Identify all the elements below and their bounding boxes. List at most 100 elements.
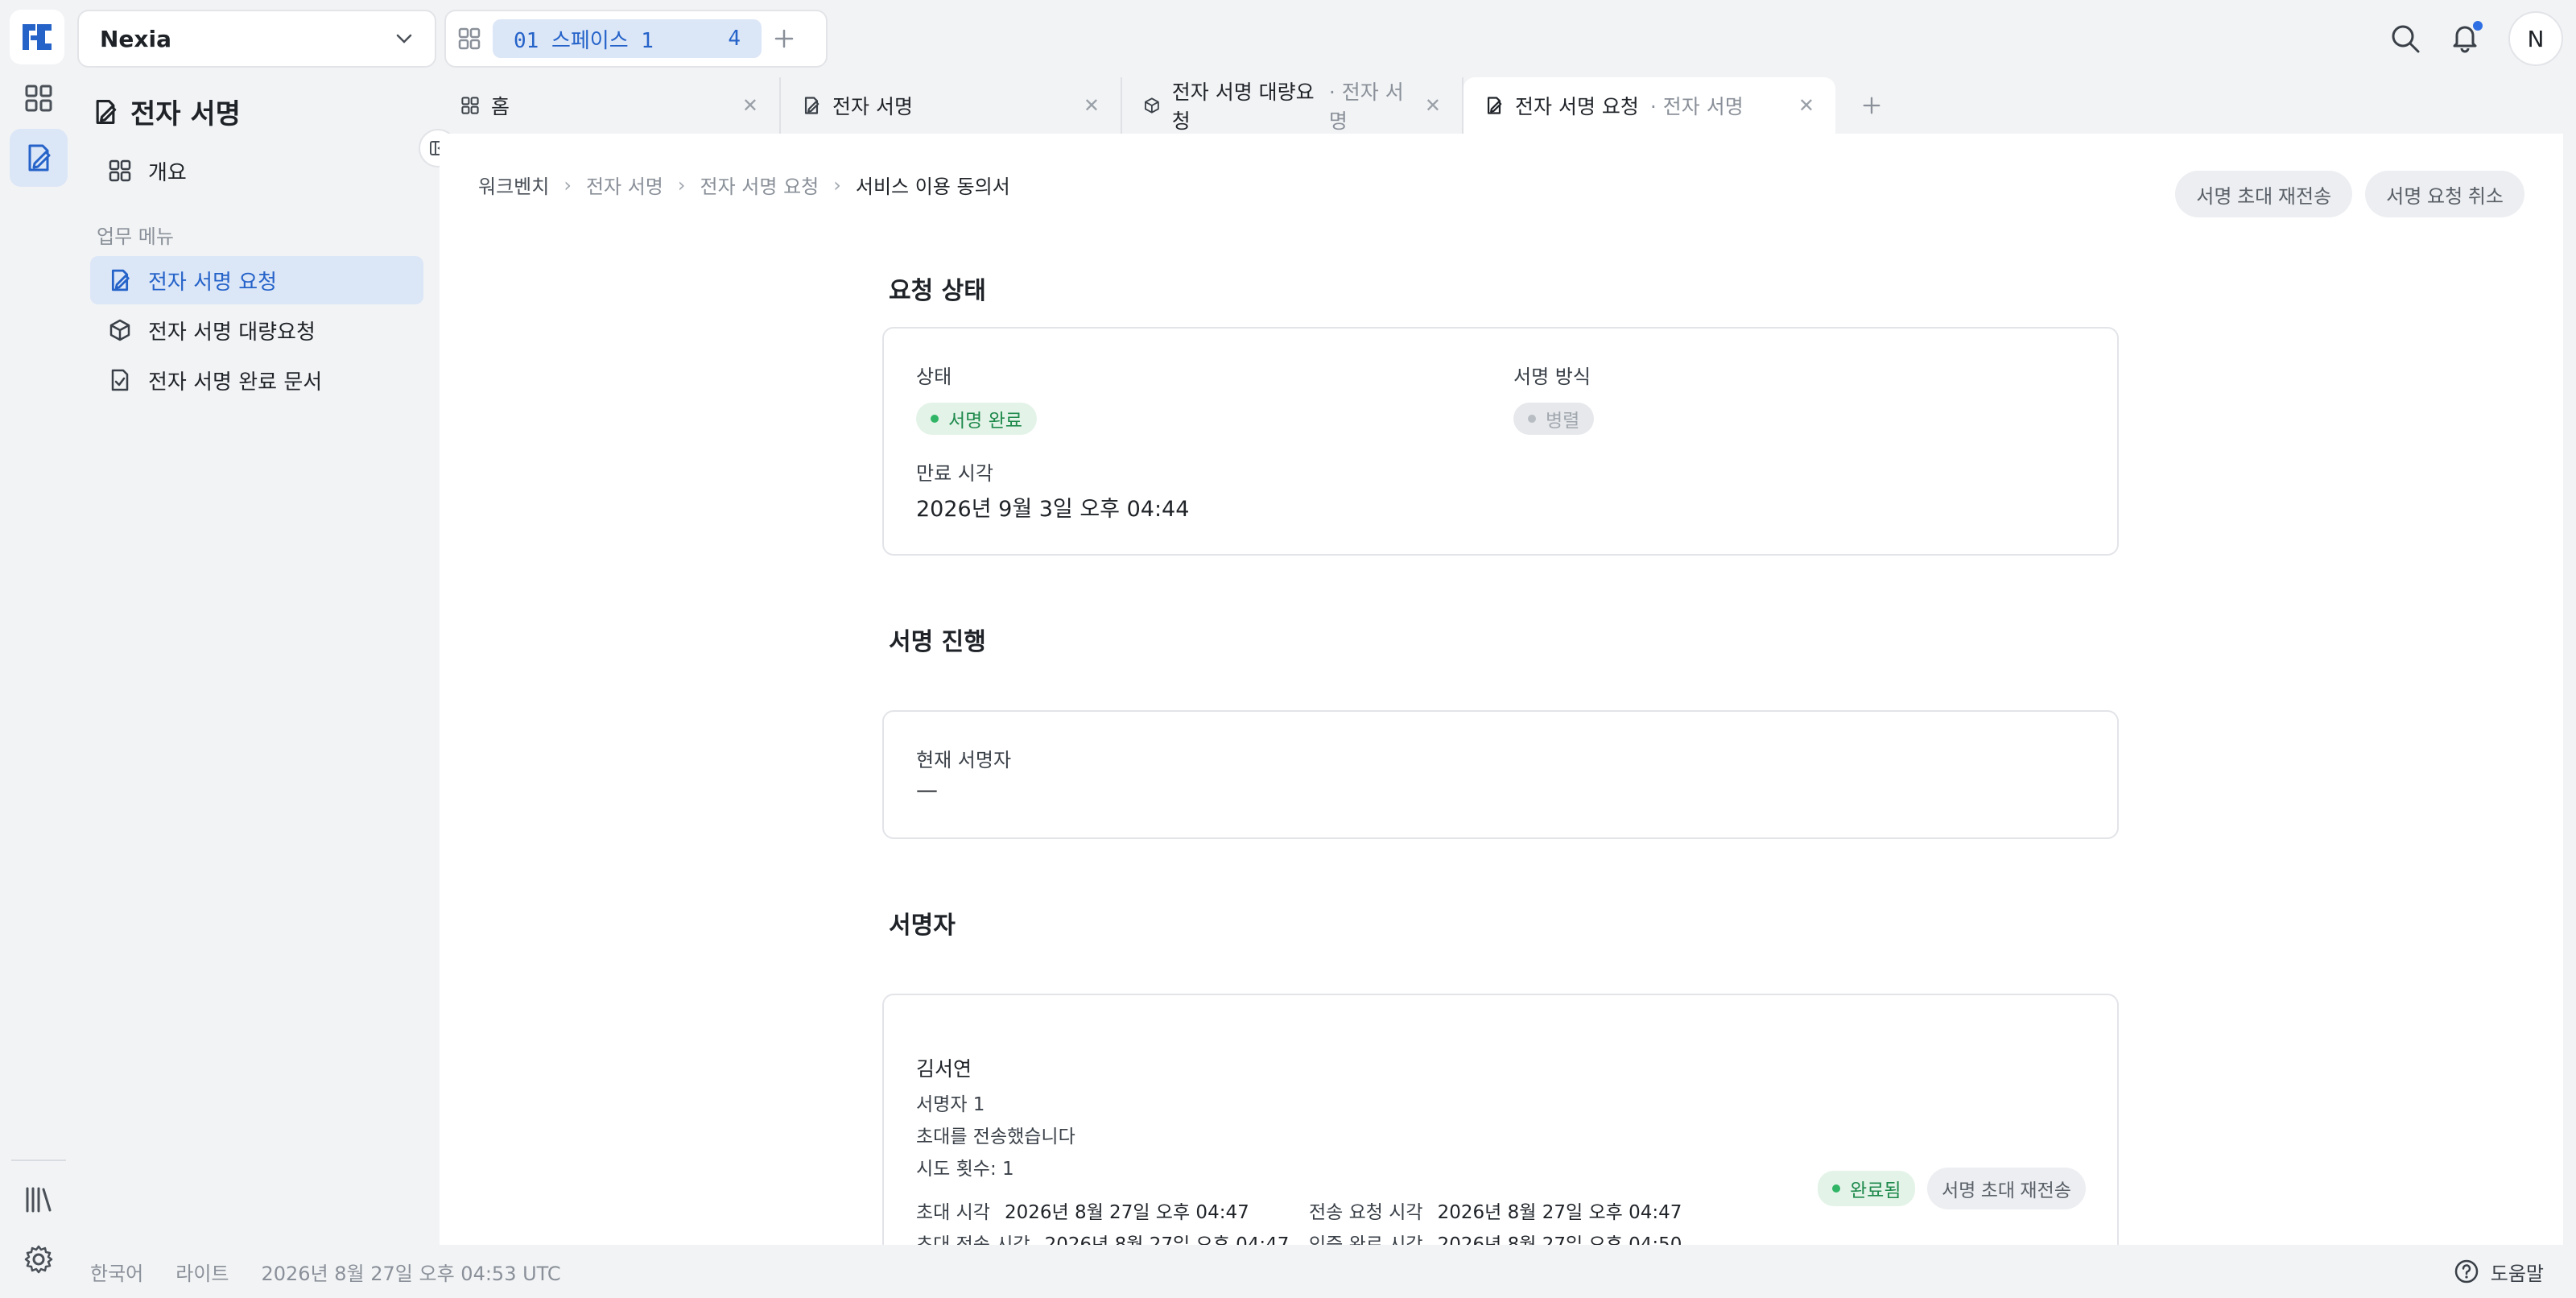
grid-icon	[461, 97, 479, 114]
tab-esign-request[interactable]: 전자 서명 요청 · 전자 서명 ✕	[1463, 77, 1835, 134]
signer-name: 김서연	[916, 1057, 972, 1081]
sidebar-item-esign-request[interactable]: 전자 서명 요청	[90, 256, 423, 304]
document-sign-icon	[111, 269, 130, 291]
page-actions: 서명 초대 재전송 서명 요청 취소	[2175, 171, 2524, 217]
sign-method-badge: 병렬	[1513, 403, 1595, 435]
space-pill[interactable]: 01 스페이스 1 4	[493, 19, 762, 58]
section-title-progress: 서명 진행	[889, 628, 986, 656]
current-signer-label: 현재 서명자	[916, 749, 1012, 771]
breadcrumb-item[interactable]: 전자 서명	[586, 171, 663, 199]
tab-label: 전자 서명	[832, 95, 913, 118]
sidebar-title-label: 전자 서명	[130, 98, 241, 130]
avatar[interactable]: N	[2508, 11, 2563, 66]
tab-label: 전자 서명 요청	[1515, 95, 1639, 118]
signer-role: 서명자 1	[916, 1094, 985, 1115]
document-sign-icon	[1487, 97, 1502, 114]
close-icon[interactable]: ✕	[742, 94, 758, 117]
breadcrumb-item[interactable]: 전자 서명 요청	[700, 171, 819, 199]
tab-sub-label: · 전자 서명	[1328, 81, 1404, 133]
section-title-signers: 서명자	[889, 911, 956, 940]
cancel-request-button[interactable]: 서명 요청 취소	[2365, 171, 2524, 217]
cube-icon	[1144, 97, 1159, 114]
expiry-value: 2026년 9월 3일 오후 04:44	[916, 497, 1190, 522]
rail-esign-button[interactable]	[10, 129, 68, 187]
sidebar-item-label: 전자 서명 요청	[148, 270, 278, 295]
signer-status-badge: 완료됨	[1818, 1171, 1916, 1206]
auth-done-time: 인증 완료 시각 2026년 8월 27일 오후 04:50	[1309, 1229, 1682, 1245]
document-check-icon	[111, 369, 129, 391]
signer-status-label: 완료됨	[1850, 1180, 1901, 1201]
sidebar-item-esign-completed[interactable]: 전자 서명 완료 문서	[90, 356, 423, 404]
chevron-down-icon	[396, 34, 412, 43]
status-dot	[931, 415, 939, 423]
sidebar-item-label: 개요	[148, 160, 187, 185]
rail-settings-button[interactable]	[10, 1230, 68, 1288]
document-sign-icon	[804, 97, 819, 114]
grid-icon[interactable]	[457, 27, 481, 51]
close-icon[interactable]: ✕	[1425, 94, 1441, 117]
sidebar-item-esign-bulk[interactable]: 전자 서명 대량요청	[90, 306, 423, 354]
chevron-right-icon: ›	[564, 173, 572, 196]
rail-apps-button[interactable]	[10, 69, 68, 127]
send-time-label: 전송 요청 시각	[1309, 1202, 1423, 1223]
send-time-value: 2026년 8월 27일 오후 04:47	[1437, 1202, 1682, 1223]
tab-label: 홈	[491, 95, 510, 118]
notification-dot	[2471, 19, 2484, 32]
close-icon[interactable]: ✕	[1084, 94, 1100, 117]
expiry-label: 만료 시각	[916, 462, 993, 485]
document-sign-icon	[28, 144, 51, 172]
resend-invite-button[interactable]: 서명 초대 재전송	[2175, 171, 2353, 217]
status-dot	[1832, 1184, 1840, 1193]
chevron-right-icon: ›	[677, 173, 686, 196]
help-icon	[2454, 1259, 2478, 1284]
plus-icon[interactable]	[773, 27, 795, 50]
signer-card: 김서연 서명자 1 초대를 전송했습니다 시도 횟수: 1 초대 시각 2026…	[882, 994, 2119, 1245]
section-title-request-status: 요청 상태	[889, 277, 986, 305]
request-status-card: 상태 서명 완료 서명 방식 병렬 만료 시각 2026년 9월 3일 오후 0…	[882, 327, 2119, 556]
space-code: 01 스페이스 1	[514, 28, 654, 53]
sidebar: 전자 서명 개요 업무 메뉴 전자 서명 요청 전자 서명 대량요청 전자 서명…	[77, 77, 431, 1243]
breadcrumb-item[interactable]: 워크벤치	[478, 171, 549, 199]
send-time: 전송 요청 시각 2026년 8월 27일 오후 04:47	[1309, 1197, 1682, 1224]
tab-esign[interactable]: 전자 서명 ✕	[781, 77, 1122, 134]
help-button[interactable]: 도움말	[2454, 1245, 2544, 1298]
plus-icon	[1863, 97, 1880, 114]
auth-done-label: 인증 완료 시각	[1309, 1234, 1423, 1245]
breadcrumb: 워크벤치 › 전자 서명 › 전자 서명 요청 › 서비스 이용 동의서	[478, 171, 1010, 199]
tab-esign-bulk[interactable]: 전자 서명 대량요청 · 전자 서명 ✕	[1122, 77, 1463, 134]
signer-resend-invite-button[interactable]: 서명 초대 재전송	[1927, 1168, 2086, 1209]
rail-library-button[interactable]	[10, 1171, 68, 1229]
current-signer-value: —	[916, 778, 938, 803]
sidebar-title: 전자 서명	[92, 92, 241, 131]
chevron-right-icon: ›	[833, 173, 841, 196]
tab-home[interactable]: 홈 ✕	[440, 77, 781, 134]
status-label: 상태	[916, 366, 952, 388]
search-icon[interactable]	[2389, 23, 2421, 55]
top-right-controls: N	[2389, 10, 2563, 68]
language-selector[interactable]: 한국어	[90, 1258, 143, 1286]
app-rail	[0, 0, 77, 1298]
main-panel: 워크벤치 › 전자 서명 › 전자 서명 요청 › 서비스 이용 동의서 서명 …	[440, 134, 2563, 1245]
grid-icon	[109, 159, 131, 182]
grid-icon	[25, 85, 52, 112]
auth-done-value: 2026년 8월 27일 오후 04:50	[1437, 1234, 1682, 1245]
signer-attempts: 시도 횟수: 1	[916, 1159, 1014, 1180]
progress-card: 현재 서명자 —	[882, 710, 2119, 839]
theme-selector[interactable]: 라이트	[175, 1258, 229, 1286]
gear-icon	[24, 1245, 53, 1274]
library-icon	[26, 1187, 52, 1213]
sidebar-item-overview[interactable]: 개요	[90, 147, 423, 195]
add-tab-button[interactable]	[1835, 77, 1908, 134]
signer-message: 초대를 전송했습니다	[916, 1126, 1075, 1147]
invite-sent-value: 2026년 8월 27일 오후 04:47	[1044, 1234, 1290, 1245]
invite-time-label: 초대 시각	[916, 1202, 990, 1223]
app-logo[interactable]	[10, 10, 64, 64]
close-icon[interactable]: ✕	[1798, 94, 1814, 117]
workspace-select[interactable]: Nexia	[77, 10, 436, 68]
breadcrumb-current: 서비스 이용 동의서	[855, 176, 1010, 198]
tab-sub-label: · 전자 서명	[1649, 95, 1744, 118]
tab-bar: 홈 ✕ 전자 서명 ✕ 전자 서명 대량요청 · 전자 서명 ✕ 전자 서명 요…	[440, 77, 2563, 134]
notifications-button[interactable]	[2449, 19, 2484, 56]
workspace-name: Nexia	[100, 25, 171, 52]
status-dot	[1528, 415, 1536, 423]
